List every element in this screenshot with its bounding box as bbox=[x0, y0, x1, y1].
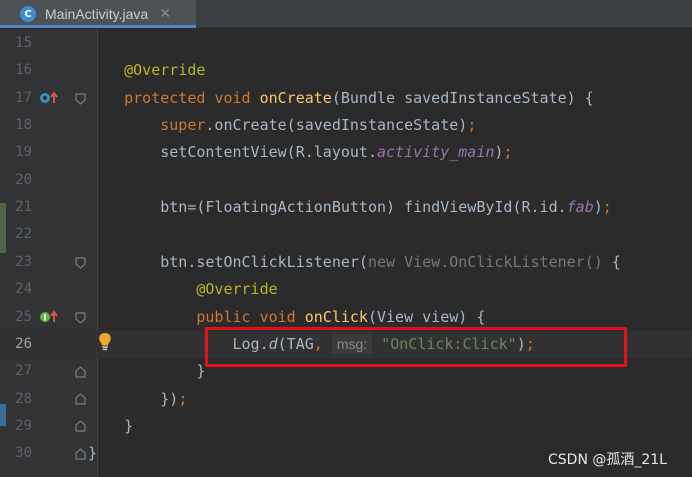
code-line[interactable]: 19 setContentView(R.layout.activity_main… bbox=[0, 139, 692, 166]
line-number: 20 bbox=[15, 171, 32, 188]
annotation: @Override bbox=[196, 280, 278, 299]
field-reference: activity_main bbox=[377, 143, 495, 162]
code-fragment: btn=(FloatingActionButton) findViewById(… bbox=[160, 198, 567, 217]
editor-tab-bar: C MainActivity.java ✕ bbox=[0, 0, 692, 28]
code-fragment: } bbox=[88, 444, 98, 463]
keyword: protected bbox=[124, 88, 206, 107]
code-fragment: } bbox=[124, 416, 134, 435]
lightbulb-icon[interactable] bbox=[97, 332, 113, 352]
override-method-icon[interactable] bbox=[39, 90, 61, 106]
code-text: }); bbox=[88, 386, 187, 413]
code-line[interactable]: 28 }); bbox=[0, 386, 692, 413]
code-fragment: ) bbox=[593, 198, 603, 217]
code-line[interactable]: 24 @Override bbox=[0, 276, 692, 303]
method-name: onClick bbox=[304, 307, 368, 326]
java-class-icon: C bbox=[20, 6, 36, 22]
line-number: 22 bbox=[15, 226, 32, 243]
tab-main-activity[interactable]: C MainActivity.java ✕ bbox=[0, 0, 196, 28]
code-fragment: .onCreate(savedInstanceState) bbox=[205, 116, 468, 135]
keyword: super bbox=[160, 116, 206, 135]
code-text: protected void onCreate(Bundle savedInst… bbox=[88, 85, 594, 112]
code-fragment: }) bbox=[160, 389, 179, 408]
code-text: btn=(FloatingActionButton) findViewById(… bbox=[88, 194, 612, 221]
line-number: 15 bbox=[15, 35, 32, 51]
code-fragment: (Bundle savedInstanceState) { bbox=[331, 88, 594, 107]
code-line[interactable]: 23 btn.setOnClickListener(new View.OnCli… bbox=[0, 249, 692, 276]
code-line[interactable]: 21 btn=(FloatingActionButton) findViewBy… bbox=[0, 194, 692, 221]
code-line[interactable]: 15 bbox=[0, 30, 692, 57]
field-reference: fab bbox=[566, 198, 594, 217]
semicolon: ; bbox=[178, 389, 188, 408]
line-number: 25 bbox=[15, 308, 32, 325]
tab-label: MainActivity.java bbox=[45, 6, 149, 22]
line-number: 16 bbox=[15, 62, 32, 79]
method-name: onCreate bbox=[259, 88, 332, 107]
close-icon[interactable]: ✕ bbox=[159, 7, 171, 21]
line-number: 29 bbox=[15, 417, 32, 434]
code-line[interactable]: 18 super.onCreate(savedInstanceState); bbox=[0, 112, 692, 139]
code-line[interactable]: 29 } bbox=[0, 413, 692, 440]
code-fragment: (View view) { bbox=[367, 307, 486, 326]
line-number: 19 bbox=[15, 144, 32, 161]
semicolon: ; bbox=[602, 198, 612, 217]
svg-text:I: I bbox=[43, 314, 46, 324]
code-fragment: { bbox=[602, 252, 621, 271]
line-number: 24 bbox=[15, 281, 32, 298]
code-text: @Override bbox=[88, 276, 278, 303]
code-line[interactable]: 16 @Override bbox=[0, 57, 692, 84]
line-number: 28 bbox=[15, 390, 32, 407]
code-text: super.onCreate(savedInstanceState); bbox=[88, 112, 476, 139]
fold-icon[interactable] bbox=[74, 420, 87, 433]
folded-anonymous-class: new View.OnClickListener() bbox=[367, 252, 603, 271]
line-number: 21 bbox=[15, 199, 32, 216]
fold-icon[interactable] bbox=[74, 393, 87, 406]
fold-icon[interactable] bbox=[74, 92, 87, 105]
code-text: btn.setOnClickListener(new View.OnClickL… bbox=[88, 249, 621, 276]
code-text: @Override bbox=[88, 57, 205, 84]
line-number: 30 bbox=[15, 445, 32, 462]
keyword: public bbox=[196, 307, 251, 326]
keyword: void bbox=[214, 88, 251, 107]
watermark: CSDN @孤酒_21L bbox=[548, 452, 667, 468]
semicolon: ; bbox=[503, 143, 513, 162]
code-fragment: btn.setOnClickListener( bbox=[160, 252, 368, 271]
keyword: void bbox=[259, 307, 296, 326]
code-line[interactable]: 20 bbox=[0, 167, 692, 194]
code-fragment: setContentView(R.layout. bbox=[160, 143, 377, 162]
fold-icon[interactable] bbox=[74, 311, 87, 324]
code-line[interactable]: 22 bbox=[0, 221, 692, 248]
annotation: @Override bbox=[124, 61, 206, 80]
code-text: setContentView(R.layout.activity_main); bbox=[88, 139, 512, 166]
implement-method-icon[interactable]: I bbox=[39, 309, 61, 325]
fold-icon[interactable] bbox=[74, 366, 87, 379]
fold-icon[interactable] bbox=[74, 256, 87, 269]
highlight-box bbox=[205, 327, 627, 367]
code-text: } bbox=[88, 413, 133, 440]
code-line[interactable]: 17 protected void onCreate(Bundle savedI… bbox=[0, 85, 692, 112]
active-tab-indicator bbox=[0, 25, 196, 28]
line-number: 17 bbox=[15, 89, 32, 106]
code-text: } bbox=[88, 358, 205, 385]
line-number: 27 bbox=[15, 363, 32, 380]
line-number: 23 bbox=[15, 253, 32, 270]
code-text: } bbox=[88, 440, 97, 467]
semicolon: ; bbox=[467, 116, 477, 135]
line-number: 26 bbox=[15, 335, 32, 352]
line-number: 18 bbox=[15, 117, 32, 134]
fold-icon[interactable] bbox=[74, 448, 87, 461]
